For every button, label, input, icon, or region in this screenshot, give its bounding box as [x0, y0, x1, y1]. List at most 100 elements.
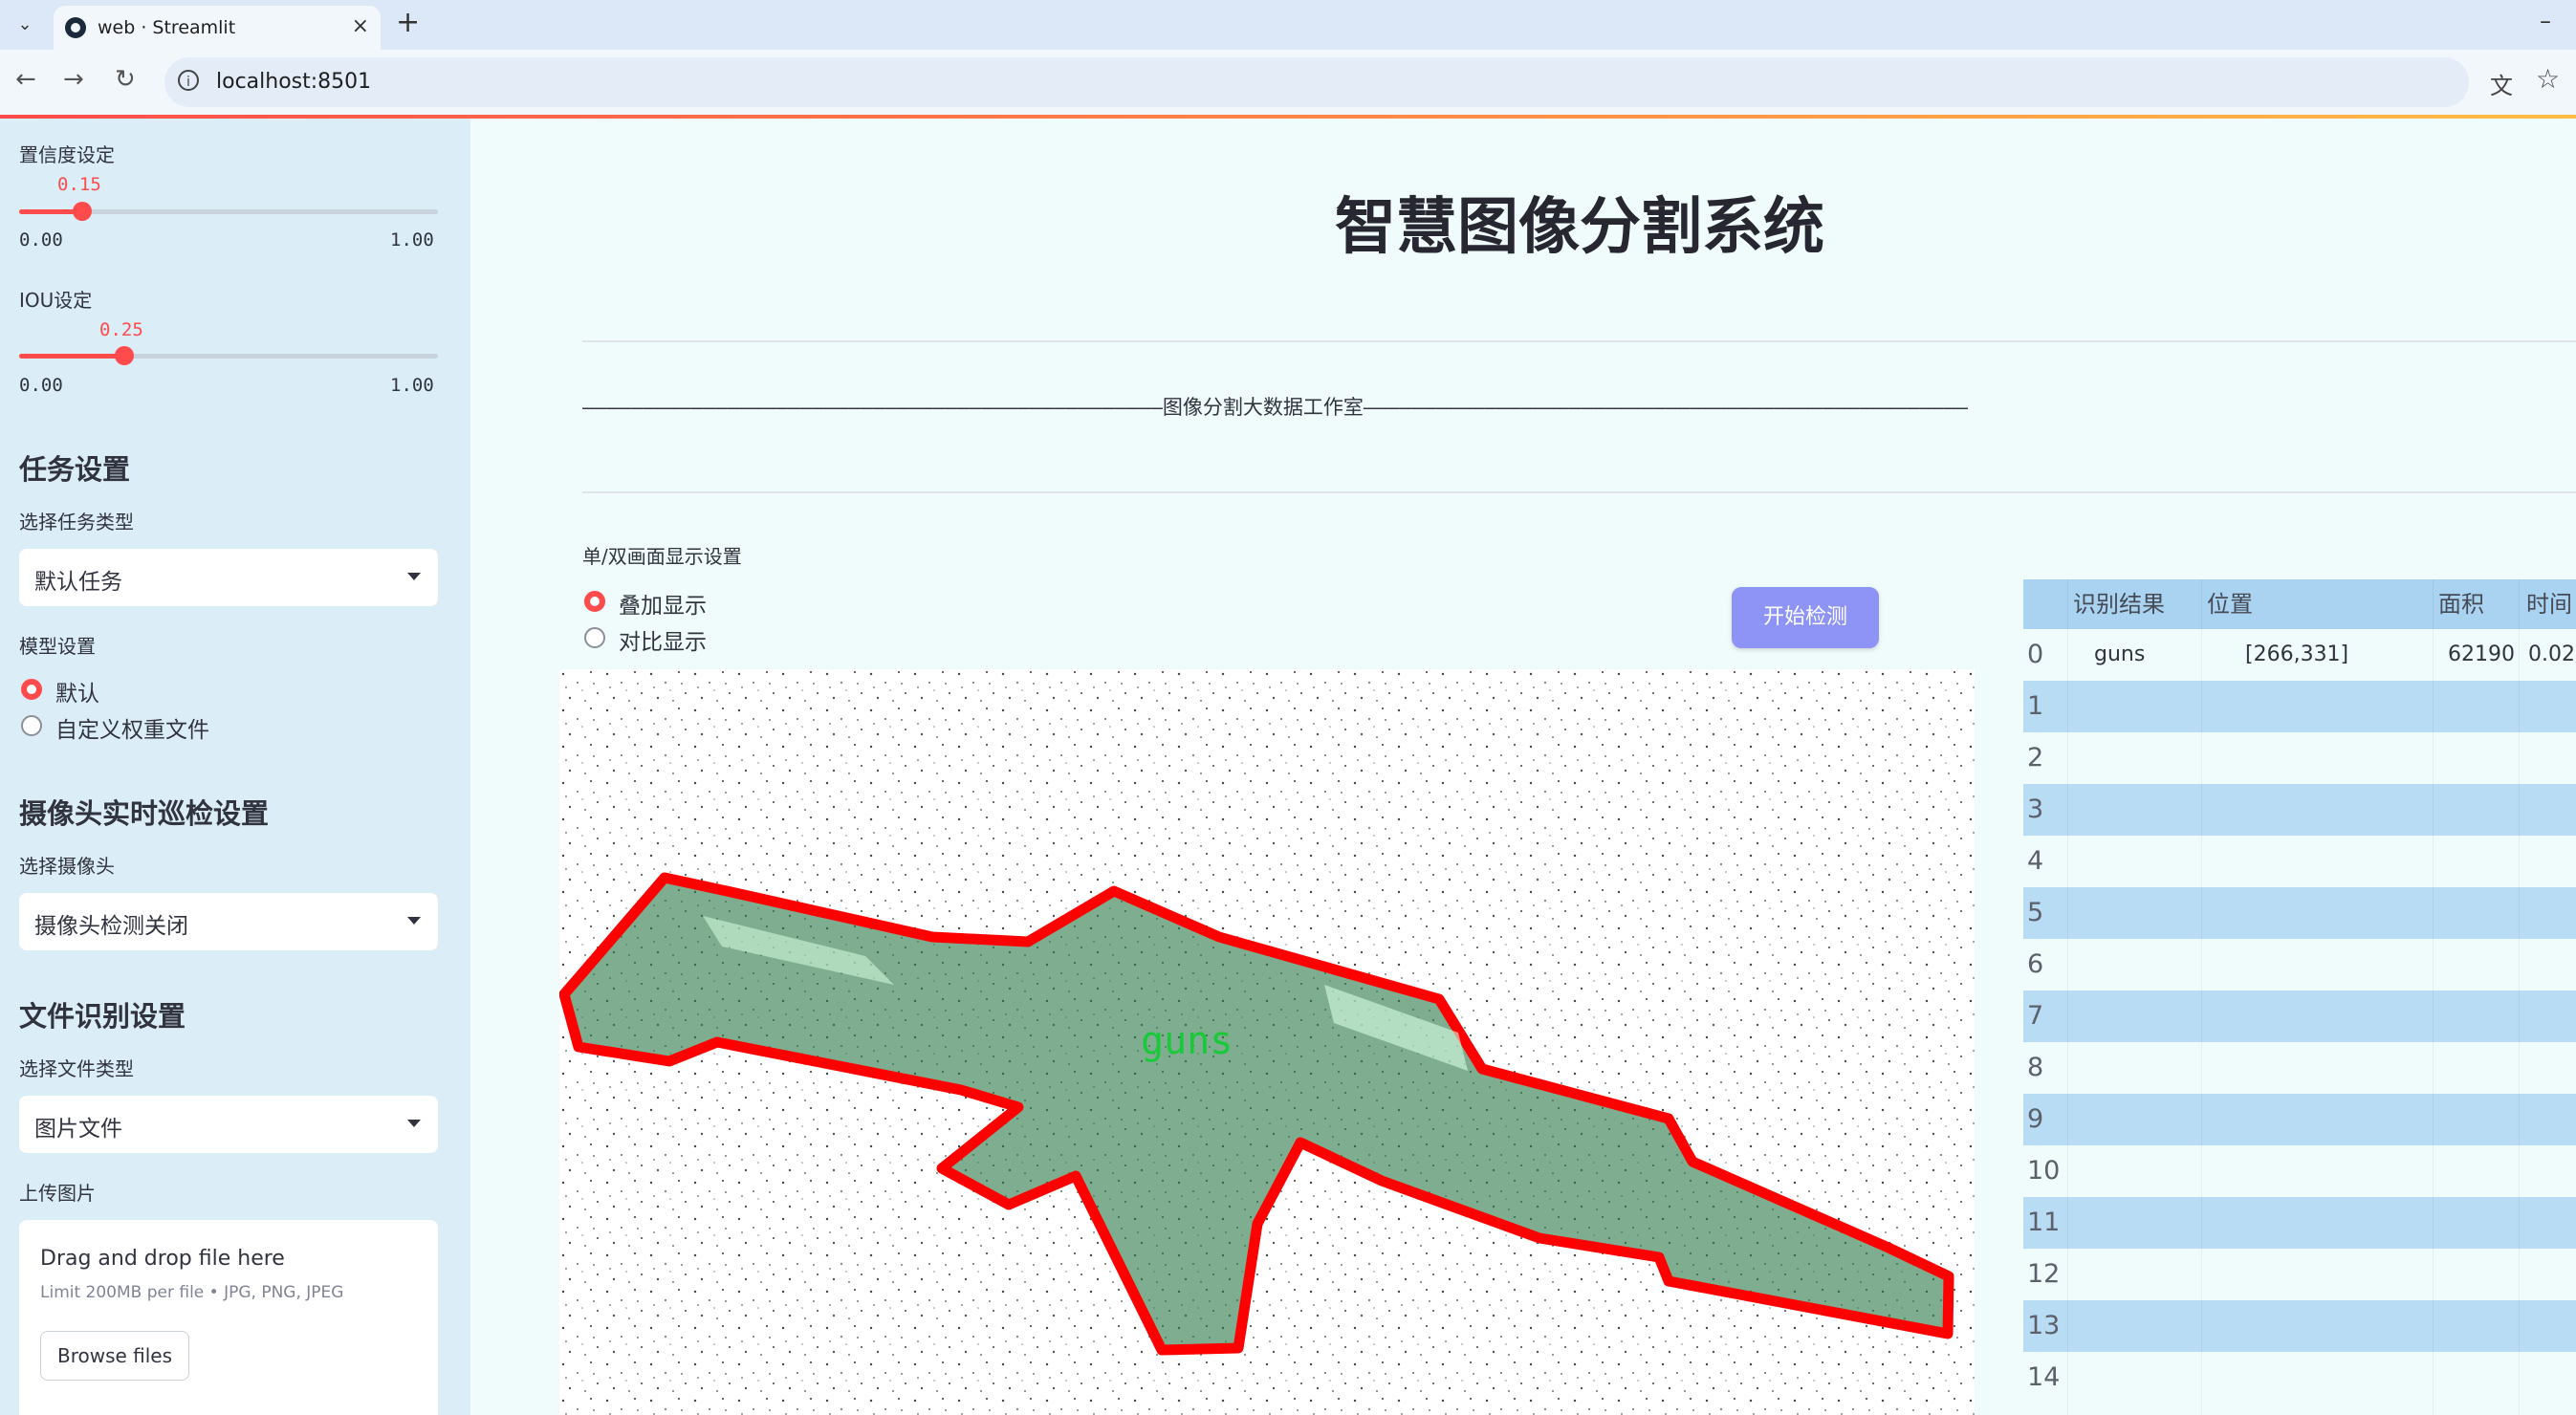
- row-index: 5: [2027, 898, 2044, 927]
- detection-label: guns: [1141, 1019, 1233, 1063]
- results-table[interactable]: 0 guns [266,331] 62190 0.02 1 2 3 4 5 6 7 8 9 10 11 12 13…: [2023, 579, 2576, 1415]
- browser-tab-bar: ⌄ web · Streamlit × + –: [0, 0, 2576, 50]
- table-row[interactable]: 5: [2023, 887, 2576, 939]
- dropzone-hint: Limit 200MB per file • JPG, PNG, JPEG: [40, 1283, 344, 1302]
- iou-min: 0.00: [19, 375, 63, 396]
- column-separator: [2433, 579, 2434, 1415]
- row-index: 0: [2027, 640, 2044, 669]
- studio-banner: ————————————————————————————————————————…: [582, 396, 1969, 419]
- cell-position: [266,331]: [2245, 642, 2349, 666]
- url-text[interactable]: localhost:8501: [216, 70, 371, 94]
- browse-files-button[interactable]: Browse files: [40, 1331, 189, 1381]
- task-type-select[interactable]: 默认任务: [19, 549, 438, 606]
- streamlit-favicon-icon: [65, 17, 86, 38]
- table-row[interactable]: 11: [2023, 1197, 2576, 1249]
- translate-icon[interactable]: 文: [2490, 67, 2513, 100]
- model-option-label: 自定义权重文件: [55, 718, 209, 743]
- iou-label: IOU设定: [19, 289, 93, 312]
- file-type-value: 图片文件: [34, 1117, 122, 1142]
- close-tab-icon[interactable]: ×: [352, 14, 369, 38]
- url-bar[interactable]: i localhost:8501: [164, 57, 2469, 107]
- row-index: 9: [2027, 1104, 2044, 1134]
- iou-max: 1.00: [390, 375, 434, 396]
- camera-settings-heading: 摄像头实时巡检设置: [19, 797, 270, 830]
- table-row[interactable]: 0 guns [266,331] 62190 0.02: [2023, 629, 2576, 681]
- file-type-select[interactable]: 图片文件: [19, 1096, 438, 1153]
- bookmark-star-icon[interactable]: ☆: [2536, 63, 2560, 95]
- row-index: 2: [2027, 743, 2044, 773]
- iou-slider-thumb[interactable]: [114, 346, 134, 365]
- row-index: 10: [2027, 1156, 2061, 1186]
- row-index: 8: [2027, 1053, 2044, 1082]
- cell-result: guns: [2094, 642, 2146, 666]
- column-separator: [2201, 579, 2202, 1415]
- cell-area: 62190: [2448, 642, 2515, 666]
- new-tab-plus-icon[interactable]: +: [396, 6, 420, 39]
- table-row[interactable]: 6: [2023, 939, 2576, 990]
- table-row[interactable]: 7: [2023, 990, 2576, 1042]
- column-header-area[interactable]: 面积: [2438, 579, 2484, 629]
- radio-unselected-icon: [584, 627, 605, 648]
- camera-select[interactable]: 摄像头检测关闭: [19, 893, 438, 950]
- main-content: 智慧图像分割系统 ———————————————————————————————…: [470, 119, 2576, 1415]
- camera-select-value: 摄像头检测关闭: [34, 914, 188, 939]
- camera-select-label: 选择摄像头: [19, 855, 115, 878]
- confidence-min: 0.00: [19, 229, 63, 250]
- column-header-time[interactable]: 时间: [2526, 579, 2572, 629]
- radio-unselected-icon: [21, 715, 42, 736]
- file-type-label: 选择文件类型: [19, 1057, 134, 1080]
- browser-tab[interactable]: web · Streamlit ×: [54, 6, 381, 50]
- display-option-label: 对比显示: [619, 630, 707, 655]
- back-arrow-icon[interactable]: ←: [15, 65, 36, 94]
- iou-slider[interactable]: [19, 346, 438, 365]
- table-row[interactable]: 12: [2023, 1249, 2576, 1300]
- iou-slider-fill: [19, 354, 124, 359]
- reload-icon[interactable]: ↻: [115, 65, 136, 94]
- confidence-slider[interactable]: [19, 202, 438, 221]
- row-index: 11: [2027, 1208, 2061, 1237]
- tab-search-chevron-icon[interactable]: ⌄: [10, 10, 40, 40]
- table-row[interactable]: 9: [2023, 1094, 2576, 1145]
- site-info-icon[interactable]: i: [178, 70, 199, 91]
- task-settings-heading: 任务设置: [19, 453, 131, 486]
- radio-selected-icon: [21, 679, 42, 700]
- row-index: 4: [2027, 846, 2044, 876]
- radio-selected-icon: [584, 591, 605, 612]
- table-row[interactable]: 1: [2023, 681, 2576, 732]
- table-row[interactable]: 10: [2023, 1145, 2576, 1197]
- model-option-label: 默认: [55, 682, 99, 707]
- divider: [582, 340, 2576, 342]
- chevron-down-icon: [407, 573, 421, 580]
- row-index: 3: [2027, 795, 2044, 824]
- segmentation-image: guns: [559, 669, 1975, 1415]
- address-toolbar: ← → ↻ i localhost:8501 文 ☆: [0, 50, 2576, 115]
- file-settings-heading: 文件识别设置: [19, 1000, 186, 1033]
- table-row[interactable]: 8: [2023, 1042, 2576, 1094]
- model-settings-label: 模型设置: [19, 635, 96, 658]
- column-header-result[interactable]: 识别结果: [2073, 579, 2165, 629]
- detection-result-image: guns: [559, 669, 1975, 1415]
- row-index: 7: [2027, 1001, 2044, 1031]
- forward-arrow-icon[interactable]: →: [63, 65, 84, 94]
- table-row[interactable]: 14: [2023, 1352, 2576, 1404]
- confidence-slider-thumb[interactable]: [72, 202, 92, 221]
- chevron-down-icon: [407, 917, 421, 925]
- start-detection-button[interactable]: 开始检测: [1732, 587, 1879, 648]
- table-row[interactable]: 3: [2023, 784, 2576, 836]
- start-detection-label: 开始检测: [1762, 605, 1847, 629]
- row-index: 12: [2027, 1259, 2061, 1289]
- window-minimize-icon[interactable]: –: [2540, 8, 2551, 34]
- file-dropzone[interactable]: Drag and drop file here Limit 200MB per …: [19, 1220, 438, 1415]
- column-header-position[interactable]: 位置: [2207, 579, 2253, 629]
- table-row[interactable]: 4: [2023, 836, 2576, 887]
- chevron-down-icon: [407, 1120, 421, 1127]
- row-index: 14: [2027, 1362, 2061, 1392]
- cell-time: 0.02: [2528, 642, 2575, 666]
- task-type-value: 默认任务: [34, 570, 122, 595]
- row-index: 6: [2027, 949, 2044, 979]
- confidence-value: 0.15: [57, 174, 101, 195]
- table-row[interactable]: 2: [2023, 732, 2576, 784]
- column-separator: [2519, 579, 2520, 1415]
- upload-label: 上传图片: [19, 1182, 96, 1205]
- table-row[interactable]: 13: [2023, 1300, 2576, 1352]
